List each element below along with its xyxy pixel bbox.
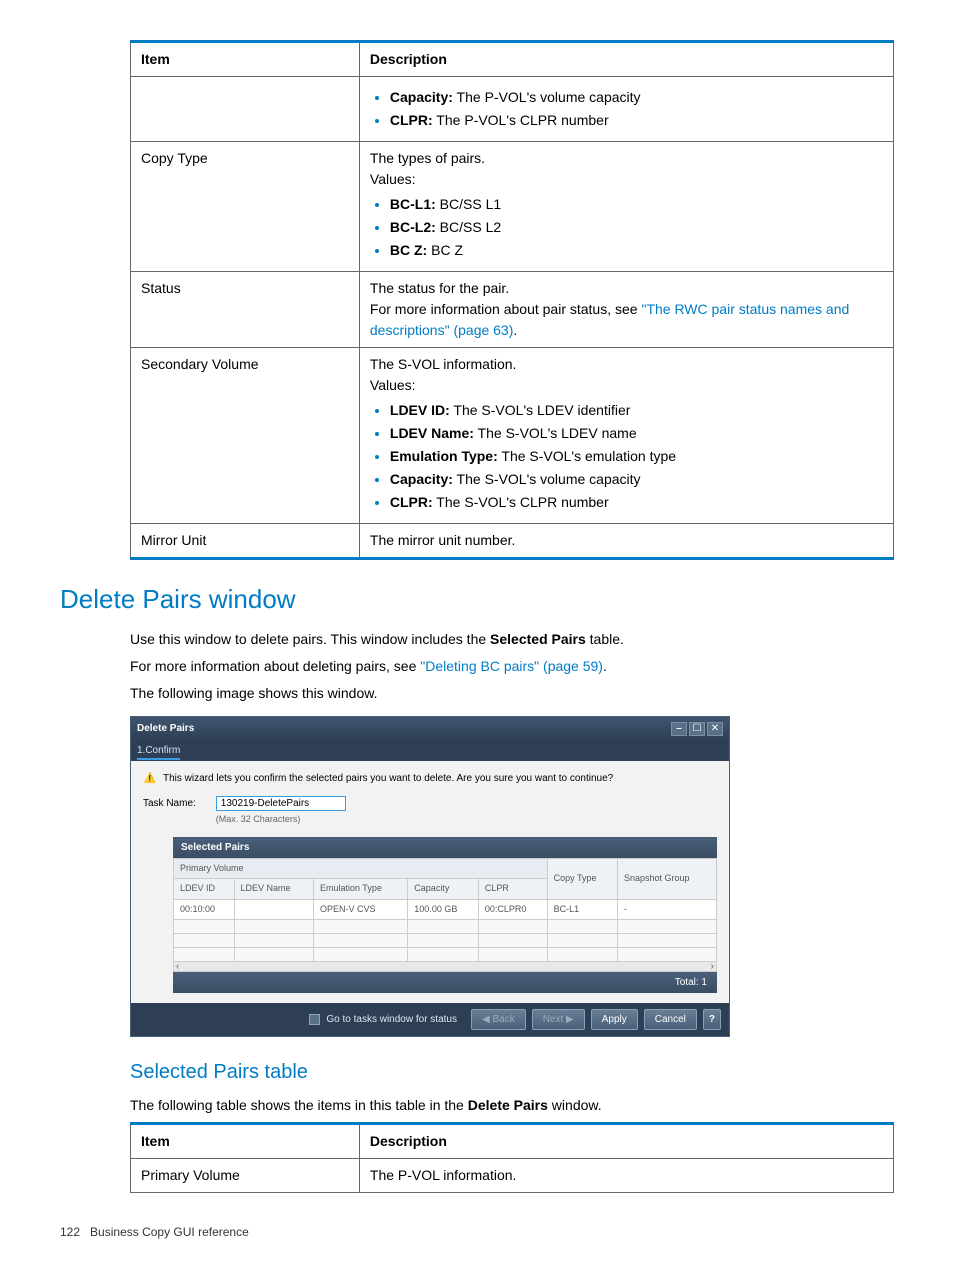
table-row: Status The status for the pair. For more… xyxy=(131,272,894,348)
cell-desc: The status for the pair. For more inform… xyxy=(359,272,893,348)
apply-button[interactable]: Apply xyxy=(591,1009,638,1030)
th-desc: Description xyxy=(359,42,893,77)
table-row: Secondary Volume The S-VOL information. … xyxy=(131,348,894,524)
col-capacity: Capacity xyxy=(408,879,479,900)
cell-item: Primary Volume xyxy=(131,1159,360,1193)
warning-icon: ⚠️ xyxy=(143,771,157,785)
dialog-title: Delete Pairs xyxy=(137,721,671,736)
cell-desc: The mirror unit number. xyxy=(359,524,893,559)
dialog-tabs: 1.Confirm xyxy=(131,740,729,761)
next-button[interactable]: Next ▶ xyxy=(532,1009,585,1030)
back-button[interactable]: ◀ Back xyxy=(471,1009,526,1030)
cell-item xyxy=(131,77,360,142)
cell-item: Copy Type xyxy=(131,142,360,272)
table-row: Primary Volume The P-VOL information. xyxy=(131,1159,894,1193)
cell-item: Status xyxy=(131,272,360,348)
col-clpr: CLPR xyxy=(478,879,547,900)
delete-pairs-dialog: Delete Pairs ⎯ ☐ ✕ 1.Confirm ⚠️ This wiz… xyxy=(130,716,730,1037)
para: For more information about deleting pair… xyxy=(130,656,894,677)
para: The following image shows this window. xyxy=(130,683,894,704)
reference-table-2: Item Description Primary Volume The P-VO… xyxy=(130,1122,894,1193)
cancel-button[interactable]: Cancel xyxy=(644,1009,697,1030)
task-name-input[interactable] xyxy=(216,796,346,811)
cell-desc: The S-VOL information. Values: LDEV ID: … xyxy=(359,348,893,524)
table-row: Mirror Unit The mirror unit number. xyxy=(131,524,894,559)
tab-confirm[interactable]: 1.Confirm xyxy=(137,745,180,760)
table-row: Capacity: The P-VOL's volume capacity CL… xyxy=(131,77,894,142)
dialog-titlebar: Delete Pairs ⎯ ☐ ✕ xyxy=(131,717,729,740)
horizontal-scrollbar[interactable] xyxy=(173,962,717,972)
link-deleting-bc-pairs[interactable]: "Deleting BC pairs" (page 59) xyxy=(420,658,603,674)
cell-item: Secondary Volume xyxy=(131,348,360,524)
goto-tasks-label: Go to tasks window for status xyxy=(326,1012,457,1027)
col-snapshot: Snapshot Group xyxy=(617,858,716,899)
col-group-primary: Primary Volume xyxy=(174,858,548,879)
th-desc: Description xyxy=(359,1124,893,1159)
goto-tasks-checkbox[interactable] xyxy=(309,1014,320,1025)
task-name-hint: (Max. 32 Characters) xyxy=(216,813,346,827)
page-footer: 122 Business Copy GUI reference xyxy=(60,1223,894,1241)
para: The following table shows the items in t… xyxy=(130,1095,894,1116)
table-row xyxy=(174,934,717,948)
table-row: Copy Type The types of pairs. Values: BC… xyxy=(131,142,894,272)
task-name-label: Task Name: xyxy=(143,796,196,811)
cell-desc: The P-VOL information. xyxy=(359,1159,893,1193)
cell-desc: Capacity: The P-VOL's volume capacity CL… xyxy=(359,77,893,142)
table-row xyxy=(174,920,717,934)
cell-item: Mirror Unit xyxy=(131,524,360,559)
table-row[interactable]: 00:10:00 OPEN-V CVS 100.00 GB 00:CLPR0 B… xyxy=(174,899,717,920)
heading-selected-pairs-table: Selected Pairs table xyxy=(60,1057,894,1087)
close-icon[interactable]: ✕ xyxy=(707,722,723,736)
dialog-footer: Go to tasks window for status ◀ Back Nex… xyxy=(131,1003,729,1036)
col-emulation: Emulation Type xyxy=(313,879,407,900)
col-ldevname: LDEV Name xyxy=(234,879,313,900)
heading-delete-pairs: Delete Pairs window xyxy=(60,580,894,619)
warning-text: This wizard lets you confirm the selecte… xyxy=(163,771,613,786)
reference-table-1: Item Description Capacity: The P-VOL's v… xyxy=(130,40,894,560)
maximize-icon[interactable]: ☐ xyxy=(689,722,705,736)
para: Use this window to delete pairs. This wi… xyxy=(130,629,894,650)
table-row xyxy=(174,948,717,962)
selected-pairs-table: Primary Volume Copy Type Snapshot Group … xyxy=(173,858,717,963)
col-copytype: Copy Type xyxy=(547,858,617,899)
cell-desc: The types of pairs. Values: BC-L1: BC/SS… xyxy=(359,142,893,272)
filter-icon[interactable]: ⎯ xyxy=(671,722,687,736)
selected-pairs-header: Selected Pairs xyxy=(173,837,717,858)
total-label: Total: 1 xyxy=(173,972,717,993)
th-item: Item xyxy=(131,42,360,77)
th-item: Item xyxy=(131,1124,360,1159)
help-button[interactable]: ? xyxy=(703,1009,721,1030)
col-ldevid: LDEV ID xyxy=(174,879,235,900)
